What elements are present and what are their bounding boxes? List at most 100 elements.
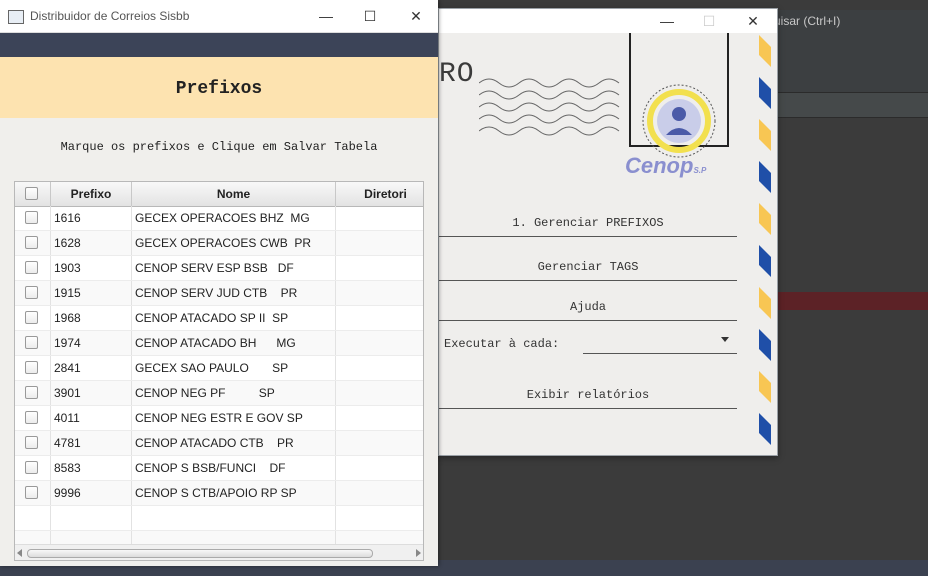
menu-window: — ☐ ✕ RO CenopS.P 1. Gerenciar PREFIXOS … — [438, 8, 778, 456]
background-strip — [776, 93, 928, 118]
diretoria-cell — [336, 406, 423, 430]
scroll-right-icon[interactable] — [416, 549, 421, 557]
table-header: Prefixo Nome Diretori — [15, 182, 423, 207]
row-checkbox[interactable] — [25, 486, 38, 499]
table-row[interactable]: 1974 CENOP ATACADO BH MG — [15, 331, 423, 356]
column-header-prefixo[interactable]: Prefixo — [51, 182, 132, 206]
prefixo-cell: 4781 — [51, 431, 132, 455]
prefixo-cell: 4011 — [51, 406, 132, 430]
menu-item-gerenciar-tags[interactable]: Gerenciar TAGS — [439, 260, 737, 281]
table-row[interactable]: 9996 CENOP S CTB/APOIO RP SP — [15, 481, 423, 506]
background-toolbar — [776, 32, 928, 93]
row-checkbox[interactable] — [25, 236, 38, 249]
menu-window-titlebar: — ☐ ✕ — [439, 9, 777, 33]
row-checkbox[interactable] — [25, 411, 38, 424]
row-checkbox[interactable] — [25, 386, 38, 399]
table-row[interactable]: 4781 CENOP ATACADO CTB PR — [15, 431, 423, 456]
postal-seal-icon — [642, 84, 716, 158]
table-row[interactable]: 2841 GECEX SAO PAULO SP — [15, 356, 423, 381]
diretoria-cell — [336, 331, 423, 355]
navbar — [0, 33, 438, 57]
prefixo-cell: 9996 — [51, 481, 132, 505]
close-button[interactable]: ✕ — [733, 9, 773, 33]
diretoria-cell — [336, 206, 423, 230]
minimize-button[interactable]: — — [306, 4, 346, 28]
prefixo-cell: 1915 — [51, 281, 132, 305]
row-checkbox[interactable] — [25, 286, 38, 299]
select-all-checkbox[interactable] — [25, 187, 38, 200]
row-checkbox[interactable] — [25, 336, 38, 349]
diretoria-cell — [336, 256, 423, 280]
row-select-cell — [15, 206, 51, 230]
row-checkbox[interactable] — [25, 461, 38, 474]
diretoria-cell — [336, 281, 423, 305]
table-row[interactable]: 3901 CENOP NEG PF SP — [15, 381, 423, 406]
table-row[interactable]: 1616 GECEX OPERACOES BHZ MG — [15, 206, 423, 231]
row-checkbox[interactable] — [25, 311, 38, 324]
execute-interval-label: Executar à cada: — [444, 337, 560, 351]
maximize-button[interactable]: ☐ — [689, 9, 729, 33]
diretoria-cell — [336, 506, 423, 530]
row-select-cell — [15, 406, 51, 430]
select-all-header[interactable] — [15, 182, 51, 206]
nome-cell: CENOP SERV JUD CTB PR — [132, 281, 336, 305]
chevron-down-icon[interactable] — [721, 337, 729, 342]
nome-cell — [132, 506, 336, 530]
app-icon — [8, 10, 24, 24]
diretoria-cell — [336, 306, 423, 330]
page-title: Prefixos — [175, 79, 263, 99]
menu-item-ajuda[interactable]: Ajuda — [439, 300, 737, 321]
row-checkbox[interactable] — [25, 361, 38, 374]
nome-cell: CENOP NEG ESTR E GOV SP — [132, 406, 336, 430]
close-button[interactable]: ✕ — [396, 4, 436, 28]
column-header-diretoria[interactable]: Diretori — [336, 182, 423, 206]
nome-cell: GECEX OPERACOES CWB PR — [132, 231, 336, 255]
menu-item-exibir-relatorios[interactable]: Exibir relatórios — [439, 388, 737, 409]
row-select-cell — [15, 506, 51, 530]
letter-title-fragment: RO — [439, 59, 475, 90]
column-header-nome[interactable]: Nome — [132, 182, 336, 206]
row-checkbox[interactable] — [25, 261, 38, 274]
prefixos-window-titlebar: Distribuidor de Correios Sisbb — ☐ ✕ — [0, 0, 438, 33]
table-row[interactable]: 1628 GECEX OPERACOES CWB PR — [15, 231, 423, 256]
prefixo-cell: 1903 — [51, 256, 132, 280]
background-error-line — [776, 292, 928, 310]
diretoria-cell — [336, 231, 423, 255]
row-checkbox[interactable] — [25, 211, 38, 224]
diretoria-cell — [336, 456, 423, 480]
table-row[interactable]: 4011 CENOP NEG ESTR E GOV SP — [15, 406, 423, 431]
horizontal-scrollbar[interactable] — [15, 544, 423, 560]
table-row[interactable]: 1903 CENOP SERV ESP BSB DF — [15, 256, 423, 281]
prefixos-table: Prefixo Nome Diretori 1616 GECEX OPERACOE… — [14, 181, 424, 561]
background-search-hint[interactable]: uisar (Ctrl+I) — [760, 10, 928, 32]
row-select-cell — [15, 431, 51, 455]
prefixo-cell — [51, 506, 132, 530]
prefixos-window: Distribuidor de Correios Sisbb — ☐ ✕ Pre… — [0, 0, 438, 566]
menu-item-gerenciar-prefixos[interactable]: 1. Gerenciar PREFIXOS — [439, 216, 737, 237]
nome-cell: GECEX OPERACOES BHZ MG — [132, 206, 336, 230]
window-title: Distribuidor de Correios Sisbb — [30, 9, 190, 23]
table-row[interactable]: 8583 CENOP S BSB/FUNCI DF — [15, 456, 423, 481]
maximize-button[interactable]: ☐ — [350, 4, 390, 28]
scrollbar-thumb[interactable] — [27, 549, 373, 558]
diretoria-cell — [336, 381, 423, 405]
nome-cell: CENOP SERV ESP BSB DF — [132, 256, 336, 280]
nome-cell: CENOP ATACADO BH MG — [132, 331, 336, 355]
airmail-stripes — [759, 35, 771, 445]
minimize-button[interactable]: — — [647, 9, 687, 33]
execute-interval-select[interactable] — [583, 333, 737, 354]
cenop-logo: CenopS.P — [625, 153, 707, 178]
scroll-left-icon[interactable] — [17, 549, 22, 557]
prefixo-cell: 2841 — [51, 356, 132, 380]
table-row[interactable]: 1968 CENOP ATACADO SP II SP — [15, 306, 423, 331]
diretoria-cell — [336, 356, 423, 380]
prefixo-cell: 3901 — [51, 381, 132, 405]
row-select-cell — [15, 331, 51, 355]
page-header: Prefixos — [0, 57, 438, 118]
table-row[interactable]: 1915 CENOP SERV JUD CTB PR — [15, 281, 423, 306]
row-checkbox[interactable] — [25, 436, 38, 449]
row-select-cell — [15, 231, 51, 255]
row-select-cell — [15, 381, 51, 405]
instructions-text: Marque os prefixos e Clique em Salvar Ta… — [60, 140, 378, 154]
row-select-cell — [15, 281, 51, 305]
